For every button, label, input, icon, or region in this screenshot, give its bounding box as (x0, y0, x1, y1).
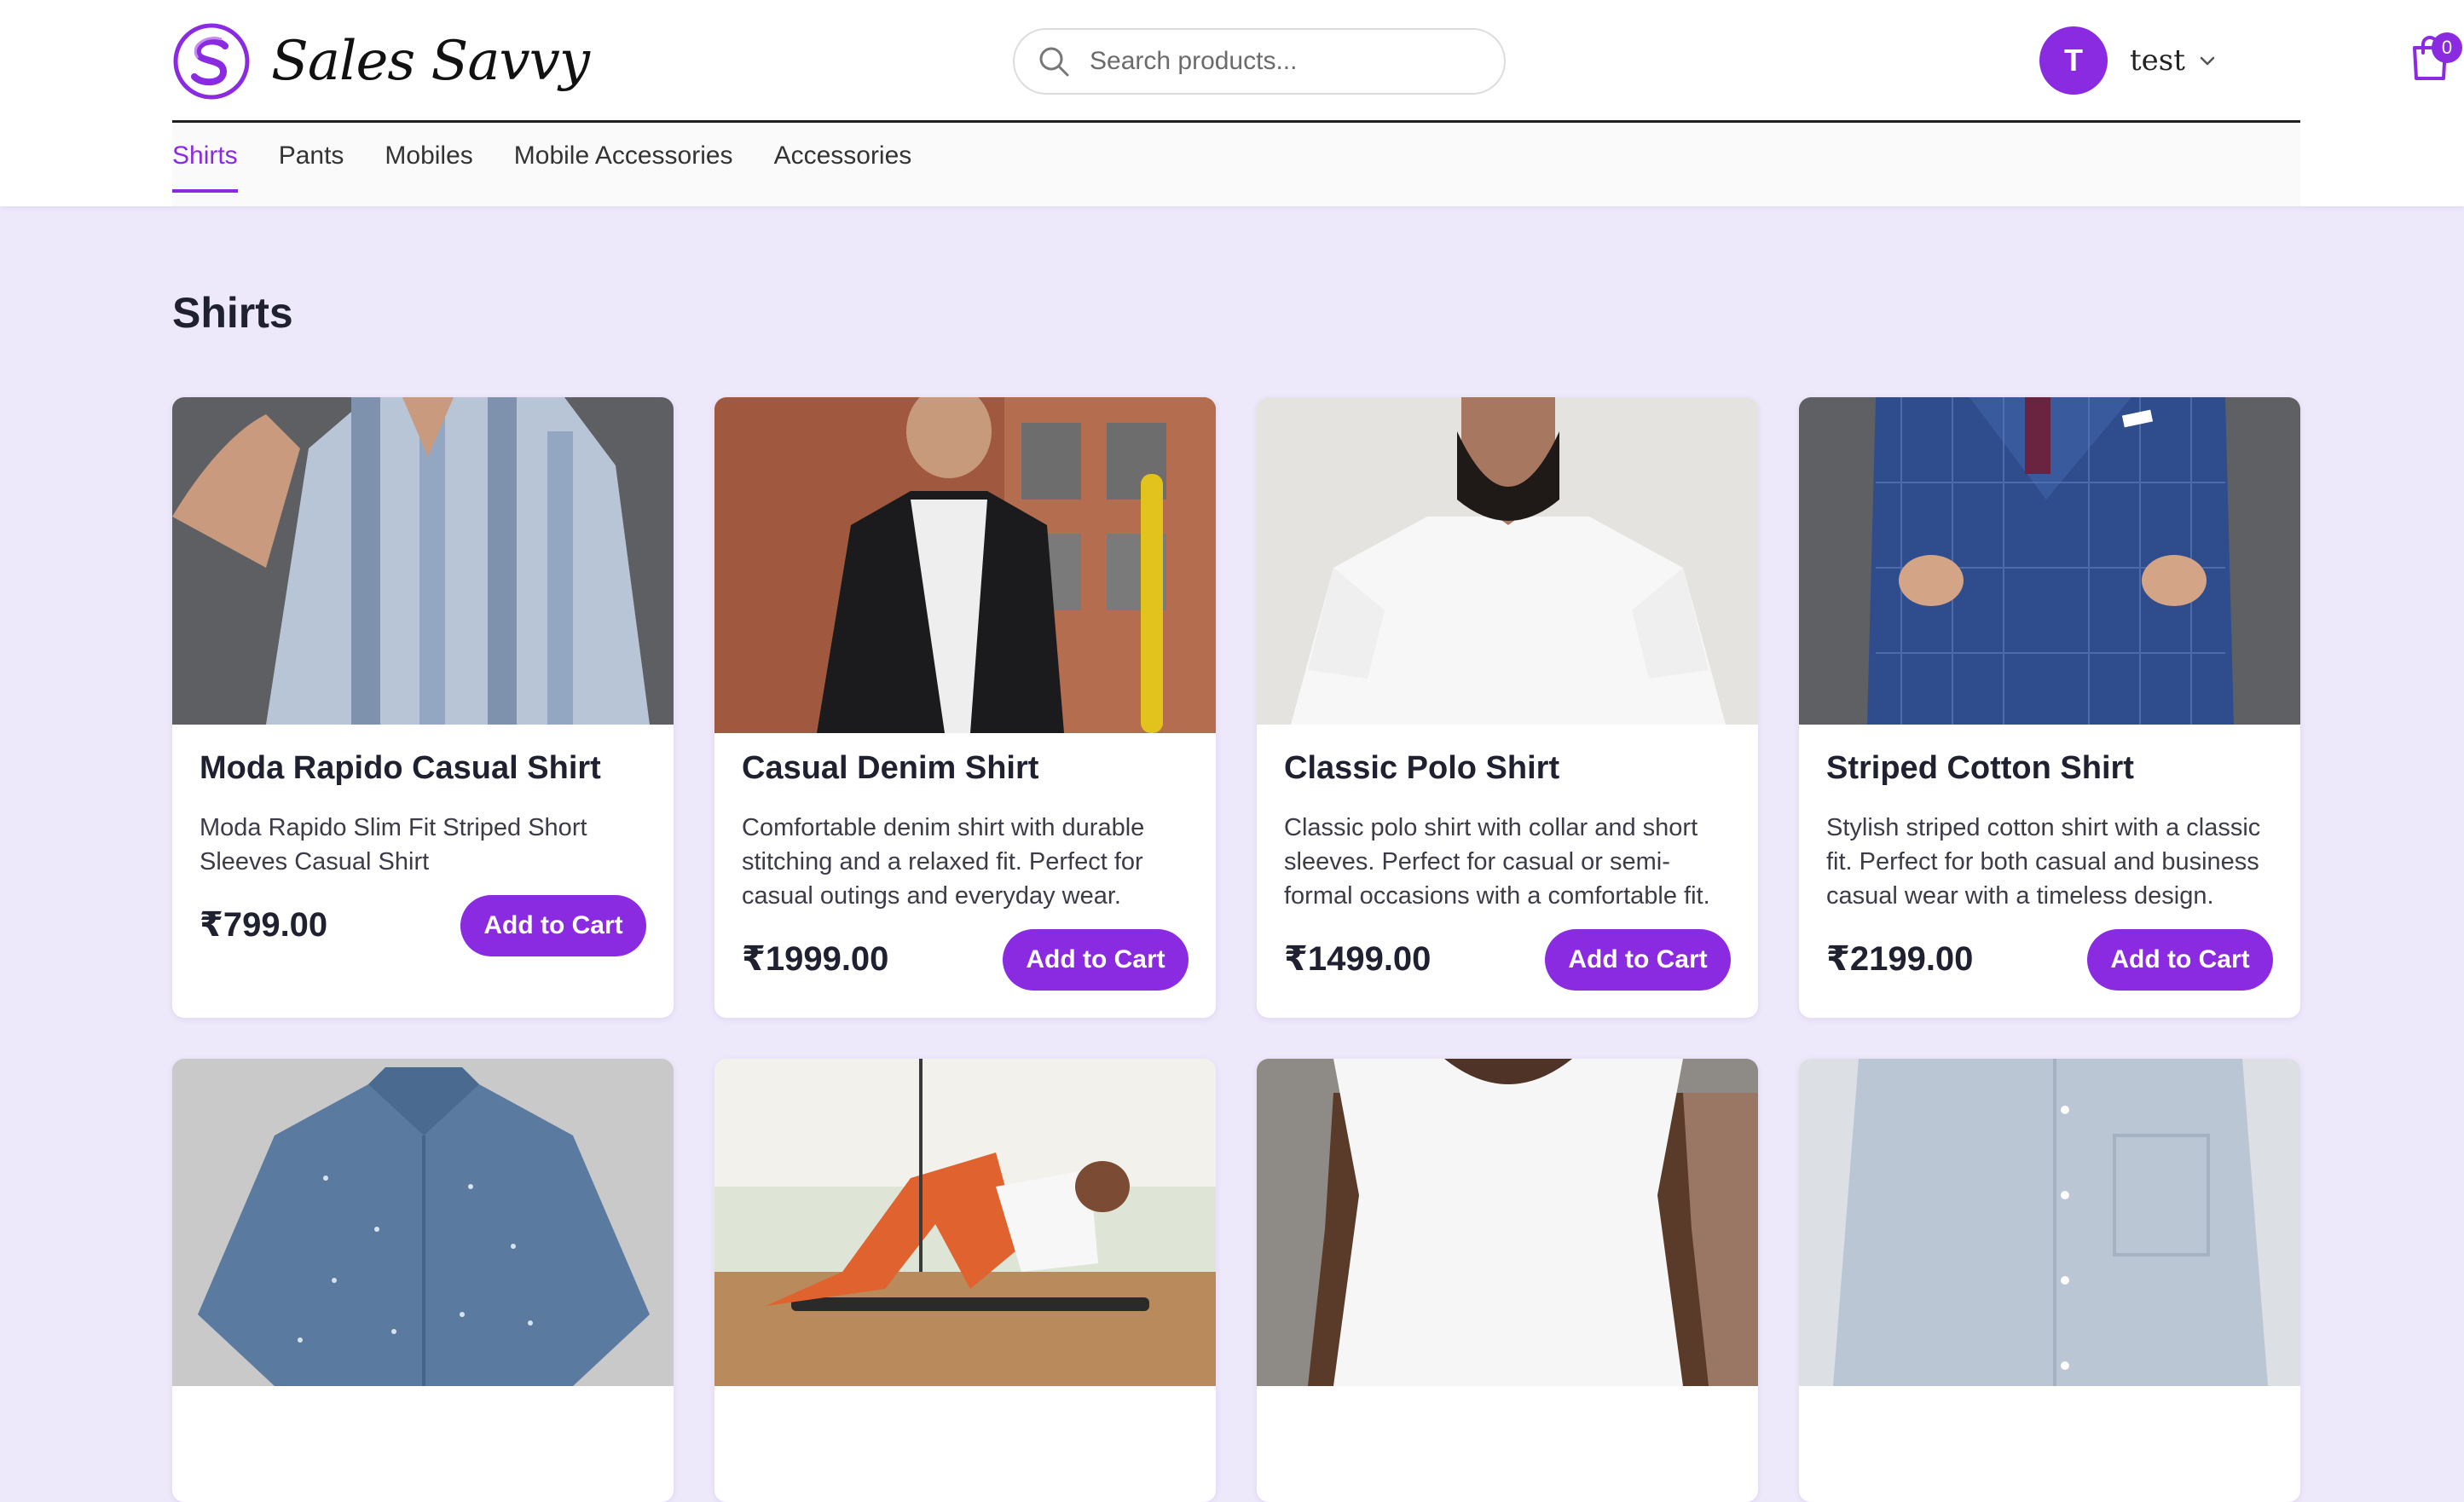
nav-item-shirts[interactable]: Shirts (172, 124, 238, 193)
product-name: Moda Rapido Casual Shirt (200, 750, 601, 786)
search-box[interactable] (1013, 28, 1506, 95)
product-image[interactable] (1257, 1059, 1758, 1386)
product-image[interactable] (172, 1059, 674, 1386)
product-description: Stylish striped cotton shirt with a clas… (1826, 814, 2261, 910)
product-name: Striped Cotton Shirt (1826, 750, 2134, 786)
product-description: Moda Rapido Slim Fit Striped Short Sleev… (200, 814, 587, 875)
product-card (714, 1059, 1216, 1502)
chevron-down-icon[interactable] (2197, 50, 2218, 71)
logo-icon (173, 23, 250, 100)
add-to-cart-button[interactable]: Add to Cart (1545, 929, 1731, 991)
search-input[interactable] (1090, 47, 1465, 76)
product-price: ₹2199.00 (1826, 940, 1974, 978)
nav-item-accessories[interactable]: Accessories (774, 124, 912, 193)
add-to-cart-button[interactable]: Add to Cart (1003, 929, 1189, 991)
logo[interactable]: Sales Savvy (172, 22, 590, 101)
product-card (1257, 1059, 1758, 1502)
nav-item-pants[interactable]: Pants (279, 124, 344, 193)
top-bar: Sales Savvy T test 0 (172, 0, 2462, 123)
add-to-cart-button[interactable]: Add to Cart (2087, 929, 2273, 991)
product-price: ₹799.00 (200, 906, 328, 944)
avatar[interactable]: T (2039, 26, 2108, 95)
product-image[interactable] (1799, 1059, 2300, 1386)
product-name: Casual Denim Shirt (742, 750, 1039, 786)
cart-button[interactable]: 0 (2409, 32, 2462, 85)
header: Sales Savvy T test 0 Shirts Pants (0, 0, 2464, 206)
product-card: Casual Denim Shirt Comfortable denim shi… (714, 397, 1216, 1018)
cart-count-badge: 0 (2432, 32, 2462, 63)
product-card: Moda Rapido Casual Shirt Moda Rapido Sli… (172, 397, 674, 1018)
product-image[interactable] (714, 397, 1216, 733)
logo-text: Sales Savvy (271, 30, 590, 93)
category-nav: Shirts Pants Mobiles Mobile Accessories … (172, 124, 2300, 206)
product-name: Classic Polo Shirt (1284, 750, 1560, 786)
product-image[interactable] (714, 1059, 1216, 1386)
product-card: Striped Cotton Shirt Stylish striped cot… (1799, 397, 2300, 1018)
page-title: Shirts (172, 289, 293, 337)
nav-item-mobile-accessories[interactable]: Mobile Accessories (514, 124, 733, 193)
add-to-cart-button[interactable]: Add to Cart (460, 895, 646, 956)
search-icon (1039, 47, 1069, 77)
product-image[interactable] (1799, 397, 2300, 725)
product-price: ₹1999.00 (742, 940, 889, 978)
user-menu[interactable]: T test (2039, 26, 2218, 95)
product-card (1799, 1059, 2300, 1502)
product-description: Comfortable denim shirt with durable sti… (742, 814, 1145, 910)
username[interactable]: test (2130, 43, 2185, 78)
product-description: Classic polo shirt with collar and short… (1284, 814, 1710, 910)
product-image[interactable] (172, 397, 674, 725)
product-price: ₹1499.00 (1284, 940, 1432, 978)
product-card (172, 1059, 674, 1502)
nav-item-mobiles[interactable]: Mobiles (385, 124, 472, 193)
product-card: Classic Polo Shirt Classic polo shirt wi… (1257, 397, 1758, 1018)
product-image[interactable] (1257, 397, 1758, 725)
